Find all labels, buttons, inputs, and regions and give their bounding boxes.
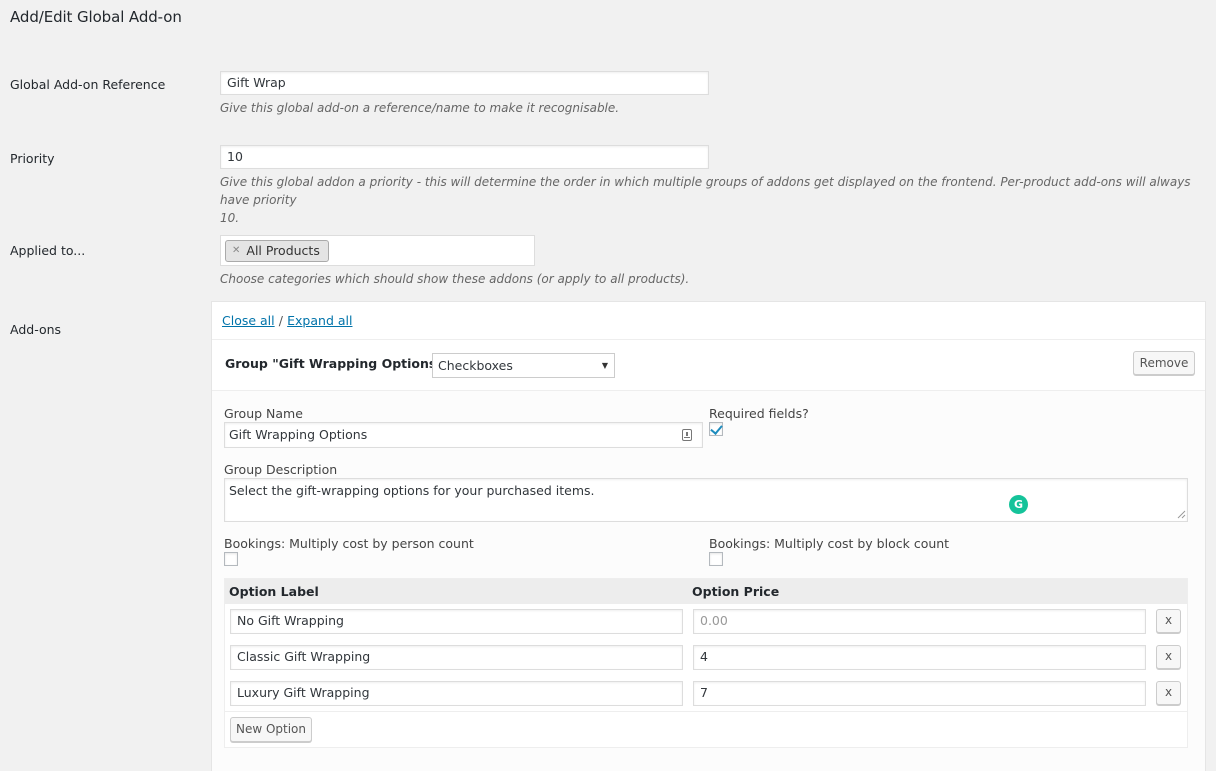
applied-to-label: Applied to... <box>10 243 86 258</box>
required-fields-label: Required fields? <box>709 406 809 421</box>
group-name-label: Group Name <box>224 406 303 421</box>
remove-group-button[interactable]: Remove <box>1133 351 1195 375</box>
group-title-text: Group "Gift Wrapping Options" <box>225 356 443 371</box>
autofill-icon[interactable] <box>682 429 692 441</box>
bookings-person-checkbox[interactable] <box>224 552 238 566</box>
option-price-input[interactable]: 4 <box>693 645 1146 670</box>
remove-option-button[interactable]: x <box>1156 645 1181 669</box>
option-label-input[interactable]: No Gift Wrapping <box>230 609 683 634</box>
priority-description-line2: 10. <box>220 211 240 225</box>
reference-description: Give this global add-on a reference/name… <box>220 101 620 115</box>
group-type-select[interactable]: Checkboxes ▼ <box>432 353 615 378</box>
option-price-header: Option Price <box>692 584 780 599</box>
bookings-block-label: Bookings: Multiply cost by block count <box>709 536 950 551</box>
required-fields-checkbox[interactable] <box>709 422 723 436</box>
applied-to-description: Choose categories which should show thes… <box>220 272 690 286</box>
category-chip[interactable]: ✕ All Products <box>225 240 329 262</box>
priority-label: Priority <box>10 151 55 166</box>
chip-label: All Products <box>246 243 320 258</box>
expand-all-link[interactable]: Expand all <box>287 313 352 328</box>
group-description-textarea[interactable]: Select the gift-wrapping options for you… <box>224 478 1188 522</box>
grammarly-icon[interactable]: G <box>1009 495 1028 514</box>
new-option-button[interactable]: New Option <box>230 717 312 742</box>
reference-input[interactable]: Gift Wrap <box>220 71 709 95</box>
bookings-block-checkbox[interactable] <box>709 552 723 566</box>
priority-description: Give this global addon a priority - this… <box>220 173 1195 227</box>
group-title: Group "Gift Wrapping Options" — <box>225 356 460 371</box>
page-title: Add/Edit Global Add-on <box>10 8 182 26</box>
option-price-input[interactable]: 7 <box>693 681 1146 706</box>
group-name-value: Gift Wrapping Options <box>229 427 368 442</box>
category-select[interactable]: ✕ All Products <box>220 235 535 266</box>
chevron-down-icon: ▼ <box>601 361 608 370</box>
group-description-label: Group Description <box>224 462 338 477</box>
chip-remove-icon[interactable]: ✕ <box>232 241 240 261</box>
option-label-input[interactable]: Classic Gift Wrapping <box>230 645 683 670</box>
group-name-input[interactable]: Gift Wrapping Options <box>224 422 703 448</box>
reference-label: Global Add-on Reference <box>10 77 166 92</box>
option-label-input[interactable]: Luxury Gift Wrapping <box>230 681 683 706</box>
panel-toolbar: Close all / Expand all <box>222 313 352 329</box>
toolbar-separator: / <box>278 313 283 328</box>
close-all-link[interactable]: Close all <box>222 313 275 328</box>
group-type-value: Checkboxes <box>438 358 513 373</box>
resize-handle-icon[interactable] <box>1176 509 1186 519</box>
remove-option-button[interactable]: x <box>1156 681 1181 705</box>
bookings-person-label: Bookings: Multiply cost by person count <box>224 536 474 551</box>
priority-input[interactable]: 10 <box>220 145 709 169</box>
remove-option-button[interactable]: x <box>1156 609 1181 633</box>
addons-label: Add-ons <box>10 322 62 337</box>
option-price-input[interactable]: 0.00 <box>693 609 1146 634</box>
option-label-header: Option Label <box>229 584 319 599</box>
options-divider <box>225 711 1187 712</box>
priority-description-line1: Give this global addon a priority - this… <box>220 175 1191 207</box>
